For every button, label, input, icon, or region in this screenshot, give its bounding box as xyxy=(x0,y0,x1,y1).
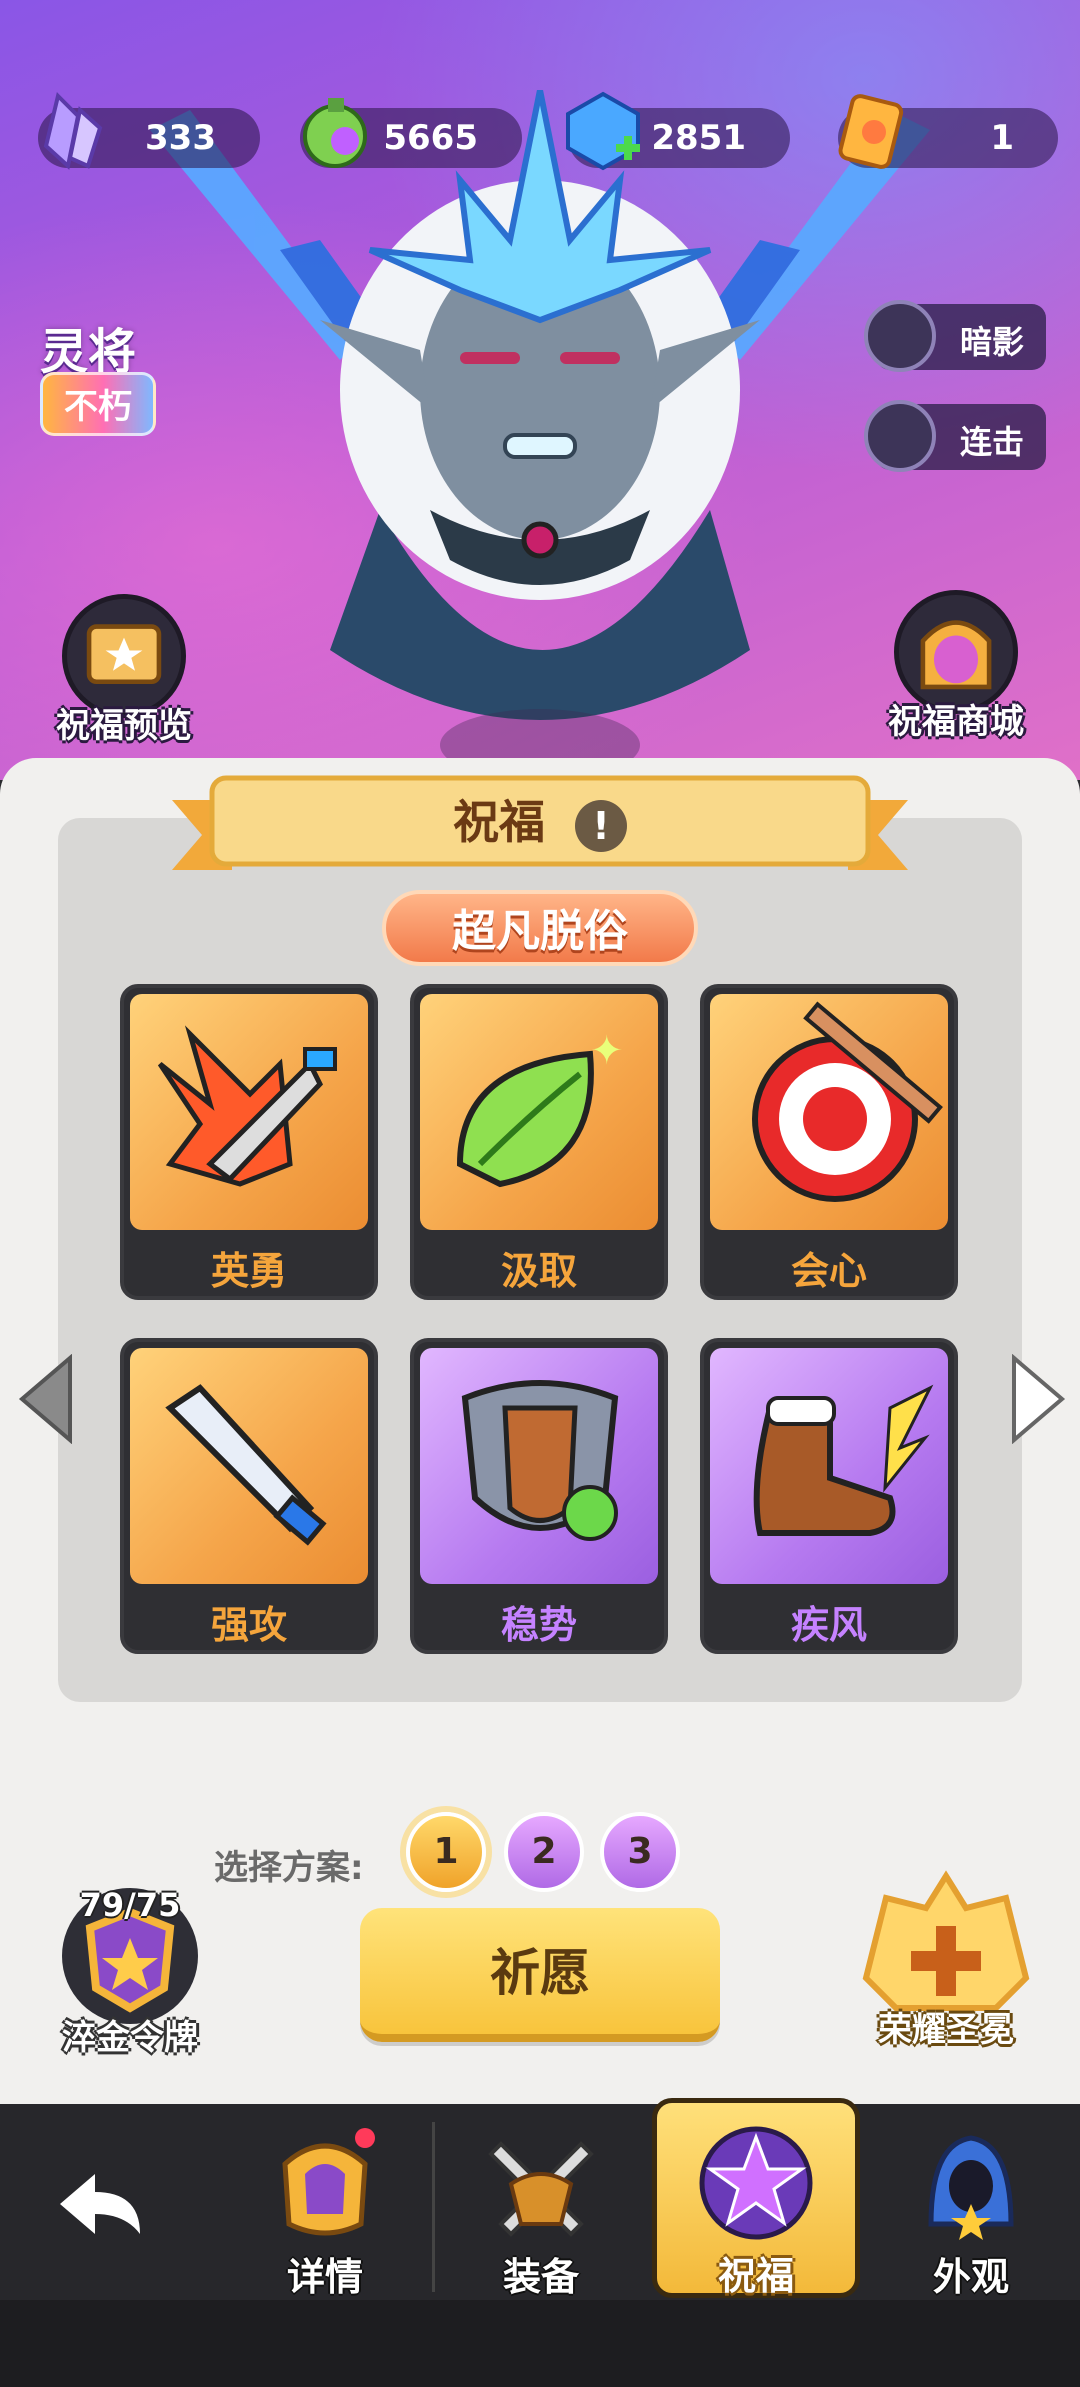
blessing-preview-label: 祝福预览 xyxy=(56,706,192,746)
blessing-shop-button[interactable]: 祝福商城 xyxy=(886,590,1026,742)
blessing-preview-button[interactable]: 祝福预览 xyxy=(54,594,194,746)
character-illustration[interactable] xyxy=(150,90,930,780)
nav-divider xyxy=(432,2122,435,2292)
chevron-right-icon[interactable] xyxy=(1008,1354,1068,1444)
currency-ticket[interactable]: 1 xyxy=(838,94,1058,169)
blessing-card-brave[interactable]: 英勇 xyxy=(120,984,378,1300)
nav-appearance-label: 外观 xyxy=(932,2255,1009,2299)
card-label: 会心 xyxy=(790,1249,867,1293)
token-label: 淬金令牌 xyxy=(62,2018,198,2058)
nav-details-label: 详情 xyxy=(286,2255,363,2299)
panel-title-label: 祝福 xyxy=(452,795,545,849)
panel-title: 祝福 ! xyxy=(172,786,908,852)
chevron-left-icon[interactable] xyxy=(16,1354,76,1444)
system-gesture-bar xyxy=(0,2300,1080,2387)
hero-area: 333 5665 2851 1 灵将 不朽 暗影 连击 祝福预览 祝福商城 xyxy=(0,0,1080,780)
token-count: 79/75 xyxy=(79,1886,181,1924)
blessing-card-assault[interactable]: 强攻 xyxy=(120,1338,378,1654)
boot-icon xyxy=(753,1384,934,1536)
blessing-shop-label: 祝福商城 xyxy=(888,702,1024,742)
plan-3-button[interactable]: 3 xyxy=(600,1812,680,1892)
currency-potion[interactable]: 5665 xyxy=(300,98,522,168)
hood-icon xyxy=(928,2135,1014,2240)
plan-2-button[interactable]: 2 xyxy=(504,1812,584,1892)
blessing-tier-label: 超凡脱俗 xyxy=(382,890,698,966)
nav-equipment[interactable]: 装备 xyxy=(466,2104,616,2299)
target-icon xyxy=(752,1001,943,1202)
currency-bar: 333 5665 2851 1 xyxy=(38,91,1058,171)
nav-equipment-label: 装备 xyxy=(502,2255,579,2299)
info-icon[interactable]: ! xyxy=(575,799,627,852)
skill-combo[interactable]: 连击 xyxy=(864,400,1046,472)
shadow-skill-icon xyxy=(864,300,936,372)
card-label: 强攻 xyxy=(210,1603,287,1647)
blessing-panel: 祝福 ! 超凡脱俗 英勇 ✦ 汲取 会心 强攻 稳势 疾风 选择方案: 1 2 … xyxy=(0,758,1080,2108)
skill-shadow[interactable]: 暗影 xyxy=(864,300,1046,372)
arrow-burst-icon xyxy=(157,1025,337,1187)
currency-gem[interactable]: 2851 xyxy=(566,91,790,171)
shield-icon xyxy=(461,1380,619,1541)
card-label: 汲取 xyxy=(500,1249,577,1293)
nav-appearance[interactable]: 外观 xyxy=(896,2104,1046,2299)
blessing-card-steady[interactable]: 稳势 xyxy=(410,1338,668,1654)
card-label: 疾风 xyxy=(790,1603,867,1647)
helmet-icon xyxy=(282,2128,375,2236)
currency-crystal-value: 333 xyxy=(145,118,216,158)
blessing-card-drain[interactable]: ✦ 汲取 xyxy=(410,984,668,1300)
currency-crystal[interactable]: 333 xyxy=(38,92,260,170)
blessing-card-gale[interactable]: 疾风 xyxy=(700,1338,958,1654)
gem-plus-icon xyxy=(566,91,640,171)
nav-blessing[interactable]: 祝福 xyxy=(652,2098,860,2298)
card-label: 稳势 xyxy=(500,1603,577,1647)
glory-crown-button[interactable]: 荣耀圣冕 xyxy=(856,1868,1036,2068)
svg-text:✦: ✦ xyxy=(590,1028,624,1074)
skill-shadow-label: 暗影 xyxy=(960,323,1025,361)
nav-details[interactable]: 详情 xyxy=(250,2104,400,2299)
crystal-icon xyxy=(43,92,103,170)
card-label: 英勇 xyxy=(210,1249,287,1293)
pray-button[interactable]: 祈愿 xyxy=(360,1908,720,2042)
blessing-card-critical[interactable]: 会心 xyxy=(700,984,958,1300)
scroll-ticket-icon xyxy=(838,94,904,169)
leaf-icon: ✦ xyxy=(456,1028,624,1188)
skill-combo-label: 连击 xyxy=(960,423,1025,461)
currency-gem-value: 2851 xyxy=(651,118,746,158)
crown-label: 荣耀圣冕 xyxy=(878,2010,1014,2050)
back-arrow-icon[interactable] xyxy=(50,2164,150,2244)
potion-icon xyxy=(303,98,367,168)
star-blessing-icon xyxy=(699,2126,813,2240)
rarity-badge: 不朽 xyxy=(40,372,156,436)
plan-label: 选择方案: xyxy=(214,1848,364,1888)
sword-icon xyxy=(165,1384,327,1546)
combo-skill-icon xyxy=(864,400,936,472)
nav-blessing-label: 祝福 xyxy=(717,2254,794,2298)
plan-1-button[interactable]: 1 xyxy=(406,1812,486,1892)
equipment-icon xyxy=(488,2141,594,2237)
gold-token-button[interactable]: 79/75 淬金令牌 xyxy=(50,1878,210,2058)
currency-potion-value: 5665 xyxy=(383,118,478,158)
currency-ticket-value: 1 xyxy=(990,118,1014,158)
